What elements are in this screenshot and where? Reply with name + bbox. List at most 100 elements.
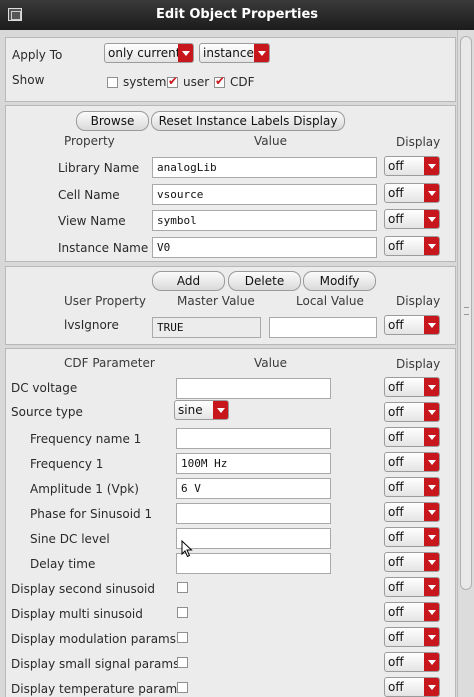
phase-sinusoid-1-display-select[interactable]: off: [384, 502, 440, 522]
modify-button[interactable]: Modify: [303, 271, 376, 291]
add-button[interactable]: Add: [152, 271, 225, 291]
title-bar: Edit Object Properties: [0, 0, 474, 30]
dc-voltage-field[interactable]: [176, 378, 331, 399]
lvsignore-display-select[interactable]: off: [384, 315, 440, 335]
display-value: off: [388, 555, 404, 569]
display-header: Display: [396, 294, 441, 308]
display-temperature-params-checkbox[interactable]: [177, 682, 188, 693]
display-value: off: [388, 159, 404, 173]
chevron-down-icon: [424, 603, 439, 621]
library-name-field[interactable]: analogLib: [152, 157, 377, 178]
instance-name-field[interactable]: V0: [152, 237, 377, 258]
show-cdf-checkbox[interactable]: [214, 74, 225, 88]
chevron-down-icon: [424, 478, 439, 496]
chevron-down-icon: [424, 378, 439, 396]
apply-to-select[interactable]: only current: [104, 43, 194, 63]
chevron-down-icon: [424, 578, 439, 596]
display-value: off: [388, 530, 404, 544]
show-cdf-label: CDF: [230, 75, 255, 89]
show-system-label: system: [123, 75, 167, 89]
display-small-signal-params-display-select[interactable]: off: [384, 652, 440, 672]
display-value: off: [388, 655, 404, 669]
lvsignore-label: lvsIgnore: [64, 318, 119, 332]
display-header: Display: [396, 357, 441, 371]
source-type-select[interactable]: sine: [174, 400, 229, 420]
display-value: off: [388, 186, 404, 200]
instance-name-display-select[interactable]: off: [384, 236, 440, 256]
chevron-down-icon: [424, 428, 439, 446]
show-user-checkbox[interactable]: [167, 74, 178, 88]
display-second-sinusoid-display-select[interactable]: off: [384, 577, 440, 597]
apply-to-label: Apply To: [12, 48, 63, 62]
vertical-scrollbar[interactable]: [457, 30, 474, 697]
phase-sinusoid-1-field[interactable]: [176, 503, 331, 524]
frequency-1-label: Frequency 1: [30, 457, 104, 471]
browse-button[interactable]: Browse: [76, 111, 149, 131]
amplitude-1-display-select[interactable]: off: [384, 477, 440, 497]
display-value: off: [388, 455, 404, 469]
frequency-1-field[interactable]: 100M Hz: [176, 453, 331, 474]
frequency-name-1-display-select[interactable]: off: [384, 427, 440, 447]
lvsignore-master-field: TRUE: [152, 317, 261, 338]
display-value: off: [388, 505, 404, 519]
display-modulation-params-checkbox[interactable]: [177, 632, 188, 643]
library-name-display-select[interactable]: off: [384, 156, 440, 176]
dc-voltage-label: DC voltage: [11, 381, 78, 395]
sine-dc-level-display-select[interactable]: off: [384, 527, 440, 547]
delete-button[interactable]: Delete: [228, 271, 301, 291]
chevron-down-icon: [424, 653, 439, 671]
reset-instance-labels-button[interactable]: Reset Instance Labels Display: [151, 111, 345, 131]
cell-name-display-select[interactable]: off: [384, 183, 440, 203]
window-icon[interactable]: [8, 8, 22, 21]
frequency-name-1-label: Frequency name 1: [30, 432, 142, 446]
sine-dc-level-field[interactable]: [176, 528, 331, 549]
amplitude-1-label: Amplitude 1 (Vpk): [30, 482, 139, 496]
display-value: off: [388, 680, 404, 694]
display-multi-sinusoid-display-select[interactable]: off: [384, 602, 440, 622]
dc-voltage-display-select[interactable]: off: [384, 377, 440, 397]
display-modulation-params-display-select[interactable]: off: [384, 627, 440, 647]
source-type-display-select[interactable]: off: [384, 402, 440, 422]
cell-name-field[interactable]: vsource: [152, 184, 377, 205]
frequency-1-display-select[interactable]: off: [384, 452, 440, 472]
instance-name-label: Instance Name: [58, 241, 149, 255]
display-value: off: [388, 605, 404, 619]
chevron-down-icon: [424, 316, 439, 334]
apply-scope-select[interactable]: instance: [199, 43, 270, 63]
chevron-down-icon: [424, 403, 439, 421]
display-multi-sinusoid-label: Display multi sinusoid: [11, 607, 143, 621]
chevron-down-icon: [424, 237, 439, 255]
display-small-signal-params-label: Display small signal params: [11, 657, 180, 671]
show-system-checkbox[interactable]: [107, 77, 118, 88]
local-value-header: Local Value: [296, 294, 364, 308]
display-temperature-params-display-select[interactable]: off: [384, 677, 440, 697]
display-small-signal-params-checkbox[interactable]: [177, 657, 188, 668]
display-second-sinusoid-checkbox[interactable]: [177, 582, 188, 593]
display-multi-sinusoid-checkbox[interactable]: [177, 607, 188, 618]
view-name-label: View Name: [58, 214, 126, 228]
view-name-field[interactable]: symbol: [152, 210, 377, 231]
display-modulation-params-label: Display modulation params: [11, 632, 176, 646]
grip-icon: [464, 307, 469, 315]
delay-time-display-select[interactable]: off: [384, 552, 440, 572]
amplitude-1-field[interactable]: 6 V: [176, 478, 331, 499]
chevron-down-icon: [424, 528, 439, 546]
chevron-down-icon: [213, 401, 228, 419]
value-header: Value: [254, 356, 287, 370]
chevron-down-icon: [254, 44, 269, 62]
view-name-display-select[interactable]: off: [384, 209, 440, 229]
chevron-down-icon: [424, 553, 439, 571]
chevron-down-icon: [424, 503, 439, 521]
display-temperature-params-label: Display temperature params: [11, 682, 184, 696]
display-value: off: [388, 405, 404, 419]
window-title: Edit Object Properties: [155, 7, 319, 22]
library-name-label: Library Name: [58, 161, 140, 175]
source-type-value: sine: [178, 403, 203, 417]
scrollbar-thumb[interactable]: [460, 36, 472, 590]
delay-time-field[interactable]: [176, 553, 331, 574]
lvsignore-local-field[interactable]: [269, 317, 377, 338]
frequency-name-1-field[interactable]: [176, 428, 331, 449]
user-properties-panel: Add Delete Modify User Property Master V…: [5, 266, 456, 345]
sine-dc-level-label: Sine DC level: [30, 532, 110, 546]
chevron-down-icon: [424, 157, 439, 175]
